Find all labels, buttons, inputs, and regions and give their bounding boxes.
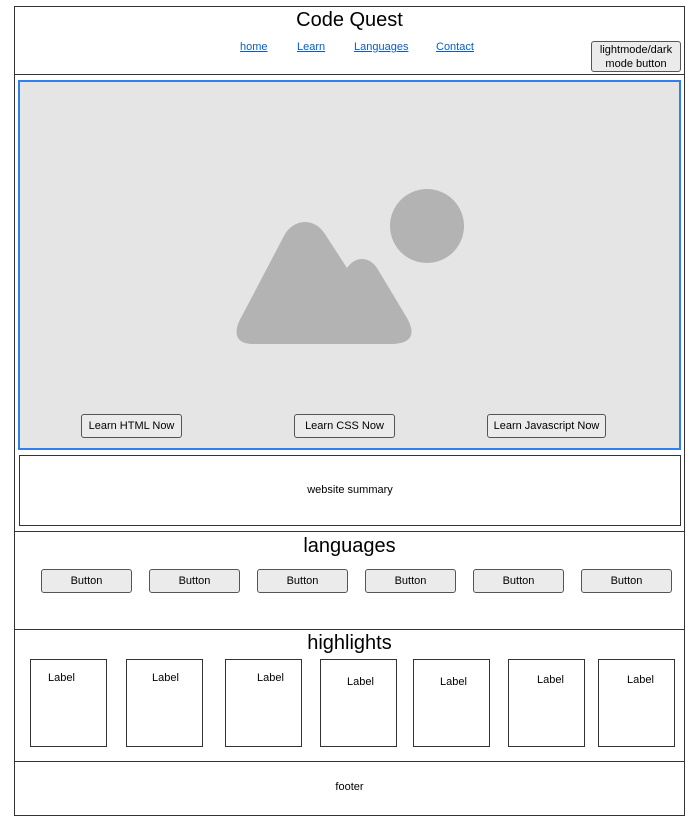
highlight-card[interactable]: Label [320,659,397,747]
learn-javascript-button[interactable]: Learn Javascript Now [487,414,606,438]
highlight-card-label: Label [627,674,654,686]
highlight-card-label: Label [440,676,467,688]
highlight-card-label: Label [537,674,564,686]
language-button-5[interactable]: Button [473,569,564,593]
nav-link-languages[interactable]: Languages [354,41,408,53]
image-placeholder-icon [236,189,464,344]
language-button-1[interactable]: Button [41,569,132,593]
footer: footer [335,781,364,793]
theme-toggle-button[interactable]: lightmode/dark mode button [591,41,681,72]
nav-link-home[interactable]: home [240,41,268,53]
highlight-card-label: Label [347,676,374,688]
section-divider [14,629,685,630]
language-button-4[interactable]: Button [365,569,456,593]
website-summary: website summary [19,455,681,526]
section-divider [14,531,685,532]
languages-title: languages [303,535,396,557]
language-button-2[interactable]: Button [149,569,240,593]
hero-banner: Learn HTML Now Learn CSS Now Learn Javas… [18,80,681,450]
highlight-card-label: Label [48,672,75,684]
highlight-card[interactable]: Label [126,659,203,747]
learn-html-button[interactable]: Learn HTML Now [81,414,182,438]
language-button-3[interactable]: Button [257,569,348,593]
highlight-card[interactable]: Label [30,659,107,747]
learn-css-button[interactable]: Learn CSS Now [294,414,395,438]
highlight-card[interactable]: Label [508,659,585,747]
highlight-card[interactable]: Label [598,659,675,747]
nav-link-contact[interactable]: Contact [436,41,474,53]
language-button-6[interactable]: Button [581,569,672,593]
header: Code Quest home Learn Languages Contact … [14,6,685,75]
highlight-card-label: Label [257,672,284,684]
site-title: Code Quest [296,9,403,31]
nav-link-learn[interactable]: Learn [297,41,325,53]
highlight-card[interactable]: Label [413,659,490,747]
highlight-card[interactable]: Label [225,659,302,747]
highlights-title: highlights [307,632,392,654]
highlight-card-label: Label [152,672,179,684]
